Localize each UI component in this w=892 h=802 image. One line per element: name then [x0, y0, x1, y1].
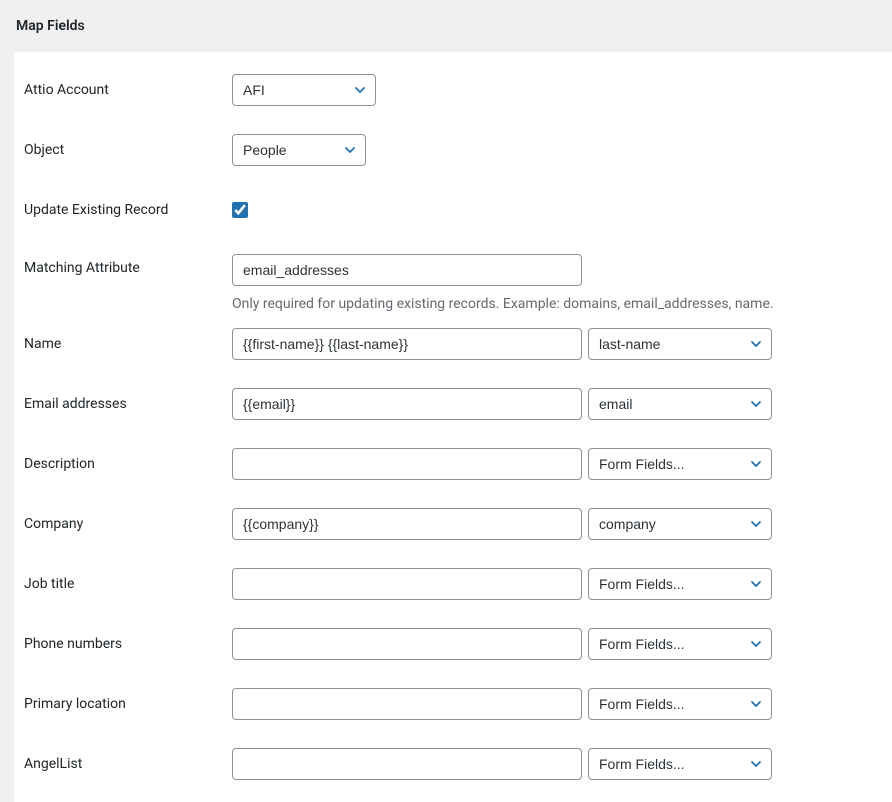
matching-attribute-helper: Only required for updating existing reco… — [232, 296, 774, 312]
map-fields-panel: Attio Account AFI Object People — [14, 52, 892, 802]
job-title-select[interactable]: Form Fields... — [588, 568, 772, 600]
row-attio-account: Attio Account AFI — [22, 60, 884, 120]
company-select-wrap: company — [588, 508, 772, 540]
company-label: Company — [22, 516, 232, 532]
row-object: Object People — [22, 120, 884, 180]
row-email-addresses: Email addresses email — [22, 374, 884, 434]
description-select[interactable]: Form Fields... — [588, 448, 772, 480]
object-label: Object — [22, 142, 232, 158]
primary-location-select-wrap: Form Fields... — [588, 688, 772, 720]
phone-numbers-input[interactable] — [232, 628, 582, 660]
section-title: Map Fields — [16, 18, 85, 34]
matching-attribute-input[interactable] — [232, 254, 582, 286]
primary-location-input[interactable] — [232, 688, 582, 720]
row-description: Description Form Fields... — [22, 434, 884, 494]
email-addresses-input[interactable] — [232, 388, 582, 420]
row-job-title: Job title Form Fields... — [22, 554, 884, 614]
attio-account-select-wrap: AFI — [232, 74, 376, 106]
name-select-wrap: last-name — [588, 328, 772, 360]
matching-attribute-label: Matching Attribute — [22, 254, 232, 276]
email-addresses-select-wrap: email — [588, 388, 772, 420]
description-select-wrap: Form Fields... — [588, 448, 772, 480]
description-input[interactable] — [232, 448, 582, 480]
angellist-input[interactable] — [232, 748, 582, 780]
angellist-label: AngelList — [22, 756, 232, 772]
phone-numbers-select[interactable]: Form Fields... — [588, 628, 772, 660]
phone-numbers-label: Phone numbers — [22, 636, 232, 652]
job-title-input[interactable] — [232, 568, 582, 600]
angellist-select[interactable]: Form Fields... — [588, 748, 772, 780]
name-input[interactable] — [232, 328, 582, 360]
update-existing-checkbox[interactable] — [232, 202, 248, 218]
row-primary-location: Primary location Form Fields... — [22, 674, 884, 734]
angellist-select-wrap: Form Fields... — [588, 748, 772, 780]
row-company: Company company — [22, 494, 884, 554]
email-addresses-label: Email addresses — [22, 396, 232, 412]
company-select[interactable]: company — [588, 508, 772, 540]
name-label: Name — [22, 336, 232, 352]
section-header: Map Fields — [0, 0, 892, 52]
primary-location-label: Primary location — [22, 696, 232, 712]
job-title-select-wrap: Form Fields... — [588, 568, 772, 600]
row-angellist: AngelList Form Fields... — [22, 734, 884, 794]
phone-numbers-select-wrap: Form Fields... — [588, 628, 772, 660]
company-input[interactable] — [232, 508, 582, 540]
row-phone-numbers: Phone numbers Form Fields... — [22, 614, 884, 674]
attio-account-select[interactable]: AFI — [232, 74, 376, 106]
object-select[interactable]: People — [232, 134, 366, 166]
primary-location-select[interactable]: Form Fields... — [588, 688, 772, 720]
update-existing-label: Update Existing Record — [22, 202, 232, 218]
attio-account-label: Attio Account — [22, 82, 232, 98]
object-select-wrap: People — [232, 134, 366, 166]
row-matching-attribute: Matching Attribute Only required for upd… — [22, 240, 884, 314]
row-update-existing: Update Existing Record — [22, 180, 884, 240]
email-addresses-select[interactable]: email — [588, 388, 772, 420]
name-select[interactable]: last-name — [588, 328, 772, 360]
job-title-label: Job title — [22, 576, 232, 592]
description-label: Description — [22, 456, 232, 472]
row-name: Name last-name — [22, 314, 884, 374]
